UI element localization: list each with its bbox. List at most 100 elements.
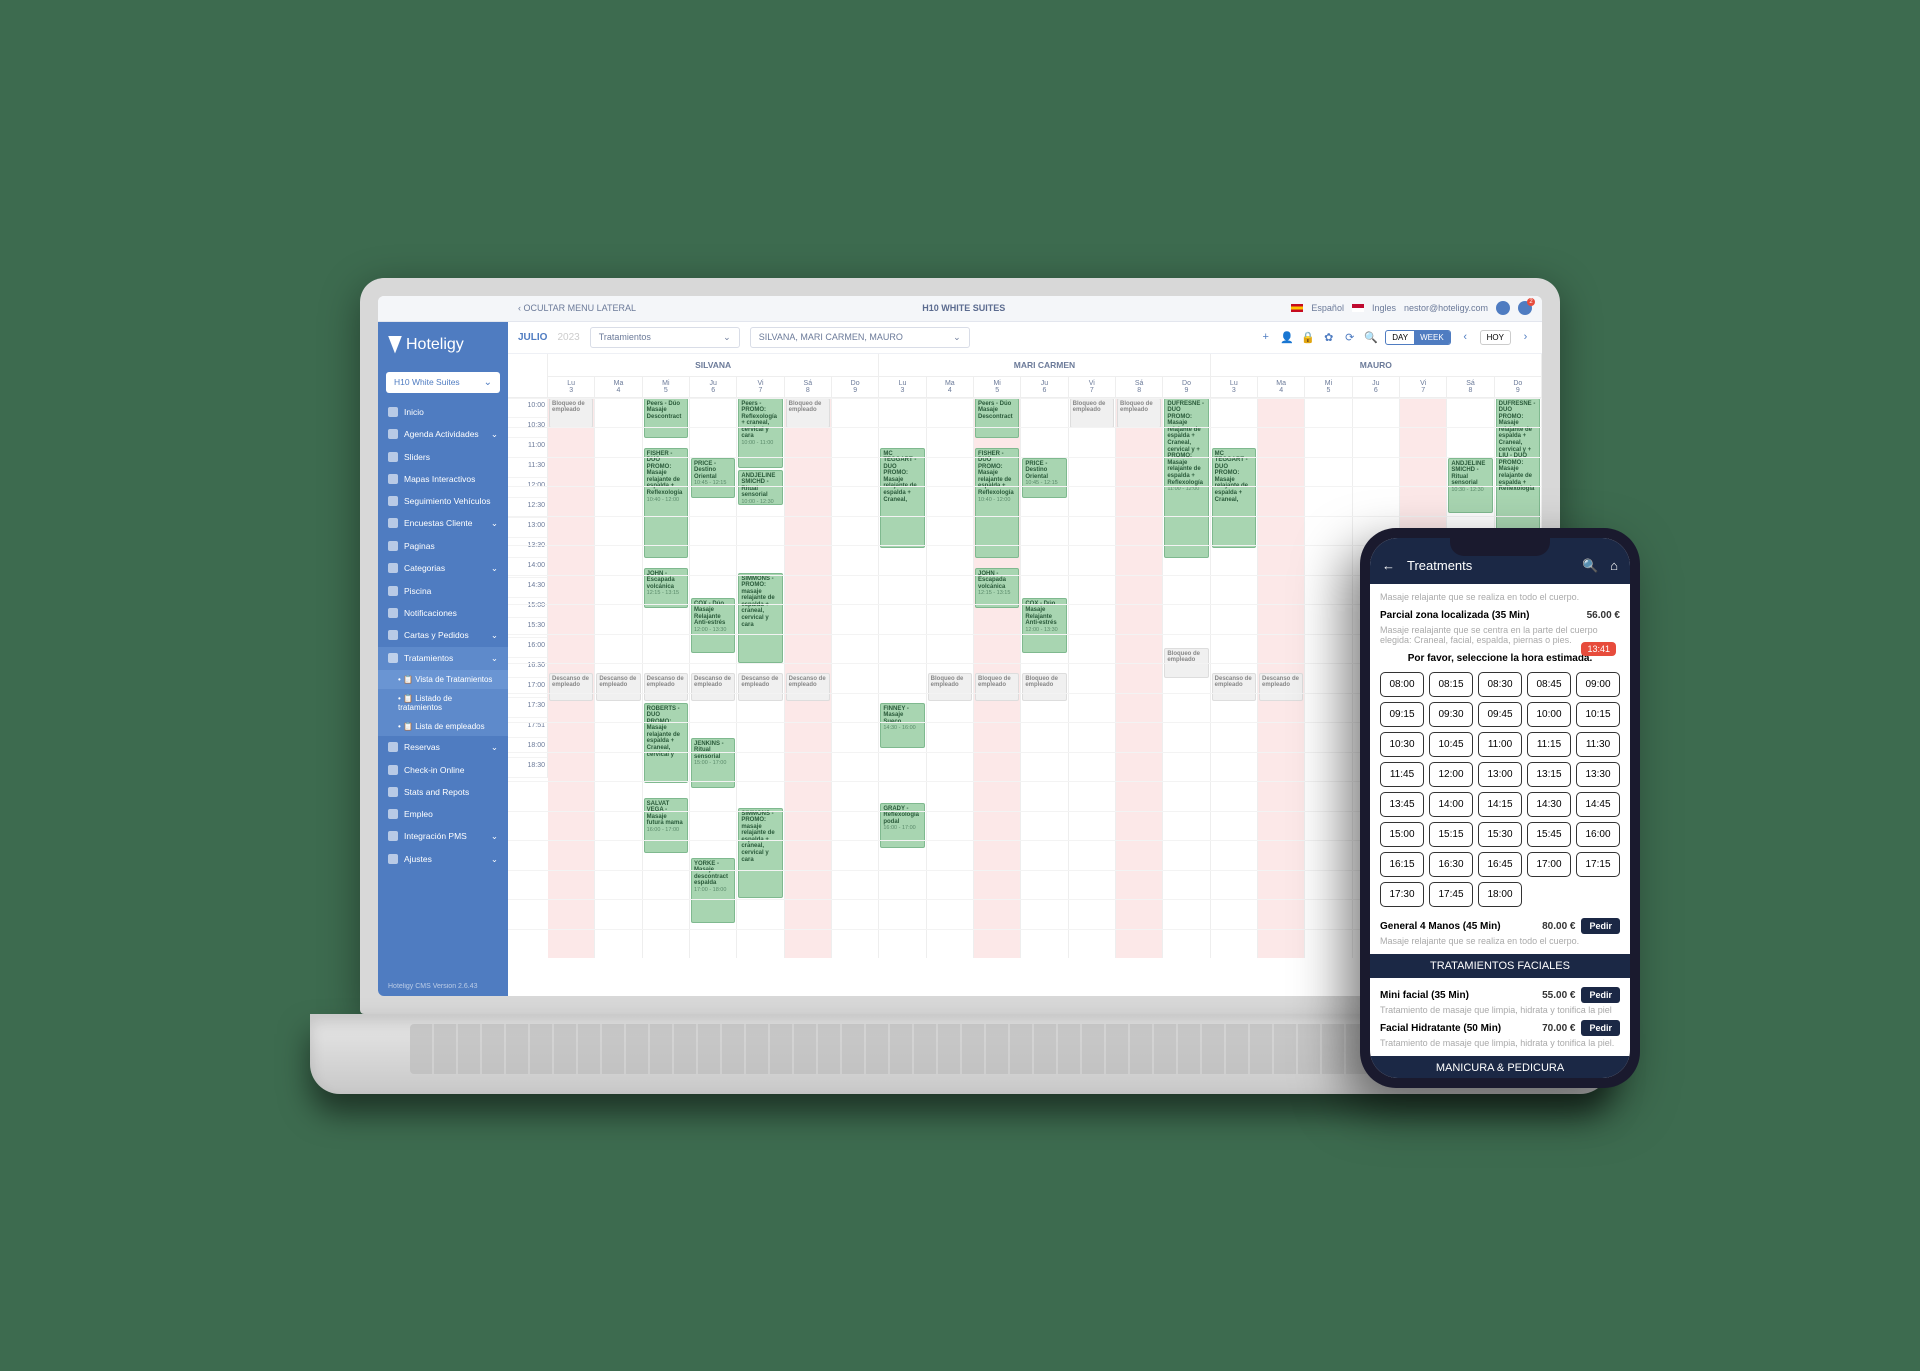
calendar-event[interactable]: JOHN - Escapada volcánica12:15 - 13:15 xyxy=(975,568,1019,608)
sidebar-subitem[interactable]: • 📋 Listado de tratamientos xyxy=(378,689,508,717)
time-slot-button[interactable]: 14:30 xyxy=(1527,792,1571,817)
search-icon[interactable]: 🔍 xyxy=(1364,331,1377,344)
calendar-event[interactable]: Descanso de empleado xyxy=(549,673,593,701)
time-slot-button[interactable]: 11:15 xyxy=(1527,732,1571,757)
treatment-filter-dropdown[interactable]: Tratamientos⌄ xyxy=(590,327,740,348)
calendar-event[interactable]: JENKINS - Ritual sensorial15:00 - 17:00 xyxy=(691,738,735,788)
time-slot-button[interactable]: 17:45 xyxy=(1429,882,1473,907)
sidebar-item[interactable]: Sliders xyxy=(378,446,508,468)
sidebar-item[interactable]: Paginas xyxy=(378,535,508,557)
calendar-column[interactable] xyxy=(1305,398,1352,958)
time-slot-button[interactable]: 15:30 xyxy=(1478,822,1522,847)
flag-es-icon[interactable] xyxy=(1291,304,1303,312)
calendar-event[interactable]: Bloqueo de empleado xyxy=(1070,398,1114,428)
sidebar-item[interactable]: Check-in Online xyxy=(378,759,508,781)
sidebar-item[interactable]: Agenda Actividades⌄ xyxy=(378,423,508,446)
calendar-event[interactable]: Bloqueo de empleado xyxy=(1022,673,1066,701)
today-button[interactable]: HOY xyxy=(1480,330,1511,345)
time-slot-button[interactable]: 14:00 xyxy=(1429,792,1473,817)
sidebar-item[interactable]: Integración PMS⌄ xyxy=(378,825,508,848)
time-slot-button[interactable]: 10:30 xyxy=(1380,732,1424,757)
notifications-icon[interactable]: 2 xyxy=(1518,301,1532,315)
calendar-event[interactable]: SIMMONS - PROMO: masaje relajante de esp… xyxy=(738,573,782,663)
lang-en[interactable]: Ingles xyxy=(1372,303,1396,313)
calendar-event[interactable]: FISHER - DUO PROMO: Masaje relajante de … xyxy=(975,448,1019,558)
calendar-event[interactable]: Bloqueo de empleado xyxy=(928,673,972,701)
calendar-column[interactable]: Descanso de empleado xyxy=(595,398,642,958)
calendar-column[interactable]: Peers - Dúo Masaje Descontract FISHER - D… xyxy=(974,398,1021,958)
time-slot-button[interactable]: 08:15 xyxy=(1429,672,1473,697)
time-slot-button[interactable]: 08:45 xyxy=(1527,672,1571,697)
calendar-column[interactable]: Bloqueo de empleado xyxy=(1116,398,1163,958)
calendar-column[interactable]: Bloqueo de empleado Descanso de empleado xyxy=(548,398,595,958)
time-slot-button[interactable]: 14:45 xyxy=(1576,792,1620,817)
sidebar-item[interactable]: Categorias⌄ xyxy=(378,557,508,580)
calendar-event[interactable]: Bloqueo de empleado xyxy=(549,398,593,428)
time-slot-button[interactable]: 11:45 xyxy=(1380,762,1424,787)
calendar-column[interactable]: MC TEGGART - DUO PROMO: Masaje relajante… xyxy=(1211,398,1258,958)
calendar-event[interactable]: ANDJELINE SMICHD - Ritual sensorial10:30… xyxy=(1448,458,1492,513)
calendar-event[interactable]: Descanso de empleado xyxy=(738,673,782,701)
calendar-column[interactable]: Peers - PROMO: Reflexología + craneal, c… xyxy=(737,398,784,958)
sidebar-item[interactable]: Tratamientos⌄ xyxy=(378,647,508,670)
sidebar-item[interactable]: Stats and Repots xyxy=(378,781,508,803)
time-slot-button[interactable]: 15:45 xyxy=(1527,822,1571,847)
time-slot-button[interactable]: 16:15 xyxy=(1380,852,1424,877)
calendar-event[interactable]: Descanso de empleado xyxy=(786,673,830,701)
calendar-event[interactable]: Descanso de empleado xyxy=(1212,673,1256,701)
next-icon[interactable]: › xyxy=(1519,331,1532,344)
time-slot-button[interactable]: 11:30 xyxy=(1576,732,1620,757)
time-slot-button[interactable]: 18:00 xyxy=(1478,882,1522,907)
sidebar-item[interactable]: Notificaciones xyxy=(378,602,508,624)
sidebar-item[interactable]: Piscina xyxy=(378,580,508,602)
calendar-event[interactable]: FISHER - DUO PROMO: Masaje relajante de … xyxy=(644,448,688,558)
hide-sidebar-link[interactable]: ‹ OCULTAR MENU LATERAL xyxy=(518,303,636,313)
calendar-column[interactable]: DUFRESNE - DUO PROMO: Masaje relajante d… xyxy=(1163,398,1210,958)
calendar-event[interactable]: Descanso de empleado xyxy=(691,673,735,701)
calendar-column[interactable]: Peers - Dúo Masaje DescontractFISHER - D… xyxy=(643,398,690,958)
sidebar-item[interactable]: Cartas y Pedidos⌄ xyxy=(378,624,508,647)
calendar-column[interactable]: MC TEGGART - DUO PROMO: Masaje relajante… xyxy=(879,398,926,958)
staff-filter-dropdown[interactable]: SILVANA, MARI CARMEN, MAURO⌄ xyxy=(750,327,970,348)
calendar-event[interactable]: MC TEGGART - DUO PROMO: Masaje relajante… xyxy=(880,448,924,548)
calendar-event[interactable]: PRICE - Destino Oriental10:45 - 12:15 xyxy=(691,458,735,498)
time-slot-button[interactable]: 09:15 xyxy=(1380,702,1424,727)
calendar-event[interactable]: ANDJELINE SMICHD - Ritual sensorial10:00… xyxy=(738,470,782,505)
time-slot-button[interactable]: 17:00 xyxy=(1527,852,1571,877)
time-slot-button[interactable]: 13:45 xyxy=(1380,792,1424,817)
time-slot-button[interactable]: 13:15 xyxy=(1527,762,1571,787)
calendar-event[interactable]: SIMMONS - PROMO: masaje relajante de esp… xyxy=(738,808,782,898)
calendar-event[interactable]: SALVAT VEGA - Masaje futura mama16:00 - … xyxy=(644,798,688,853)
calendar-event[interactable]: Bloqueo de empleado xyxy=(786,398,830,428)
sidebar-item[interactable]: Inicio xyxy=(378,401,508,423)
sidebar-item[interactable]: Ajustes⌄ xyxy=(378,848,508,871)
time-slot-button[interactable]: 14:15 xyxy=(1478,792,1522,817)
calendar-event[interactable]: DUFRESNE - DUO PROMO: Masaje relajante d… xyxy=(1164,398,1208,558)
time-slot-button[interactable]: 12:00 xyxy=(1429,762,1473,787)
time-slot-button[interactable]: 15:15 xyxy=(1429,822,1473,847)
sidebar-item[interactable]: Mapas Interactivos xyxy=(378,468,508,490)
time-slot-button[interactable]: 10:00 xyxy=(1527,702,1571,727)
order-button[interactable]: Pedir xyxy=(1581,1020,1620,1036)
order-button[interactable]: Pedir xyxy=(1581,918,1620,934)
calendar-event[interactable]: Bloqueo de empleado xyxy=(1117,398,1161,428)
time-slot-button[interactable]: 17:15 xyxy=(1576,852,1620,877)
calendar-event[interactable]: JOHN - Escapada volcánica12:15 - 13:15 xyxy=(644,568,688,608)
calendar-column[interactable]: Bloqueo de empleado xyxy=(1069,398,1116,958)
calendar-event[interactable]: Peers - Dúo Masaje Descontract xyxy=(975,398,1019,438)
sidebar-item[interactable]: Encuestas Cliente⌄ xyxy=(378,512,508,535)
order-button[interactable]: Pedir xyxy=(1581,987,1620,1003)
sidebar-item[interactable]: Reservas⌄ xyxy=(378,736,508,759)
time-slot-button[interactable]: 10:15 xyxy=(1576,702,1620,727)
week-view-button[interactable]: WEEK xyxy=(1414,331,1450,344)
time-slot-button[interactable]: 09:30 xyxy=(1429,702,1473,727)
hotel-selector[interactable]: H10 White Suites⌄ xyxy=(386,372,500,393)
time-slot-button[interactable]: 16:30 xyxy=(1429,852,1473,877)
calendar-event[interactable]: MC TEGGART - DUO PROMO: Masaje relajante… xyxy=(1212,448,1256,548)
calendar-event[interactable]: COX - Dúo Masaje Relajante Anti-estrés12… xyxy=(1022,598,1066,653)
calendar-column[interactable]: Descanso de empleado xyxy=(1258,398,1305,958)
settings-icon[interactable]: ✿ xyxy=(1322,331,1335,344)
calendar-column[interactable]: PRICE - Destino Oriental10:45 - 12:15COX… xyxy=(1021,398,1068,958)
sidebar-subitem[interactable]: • 📋 Vista de Tratamientos xyxy=(378,670,508,689)
refresh-icon[interactable]: ⟳ xyxy=(1343,331,1356,344)
